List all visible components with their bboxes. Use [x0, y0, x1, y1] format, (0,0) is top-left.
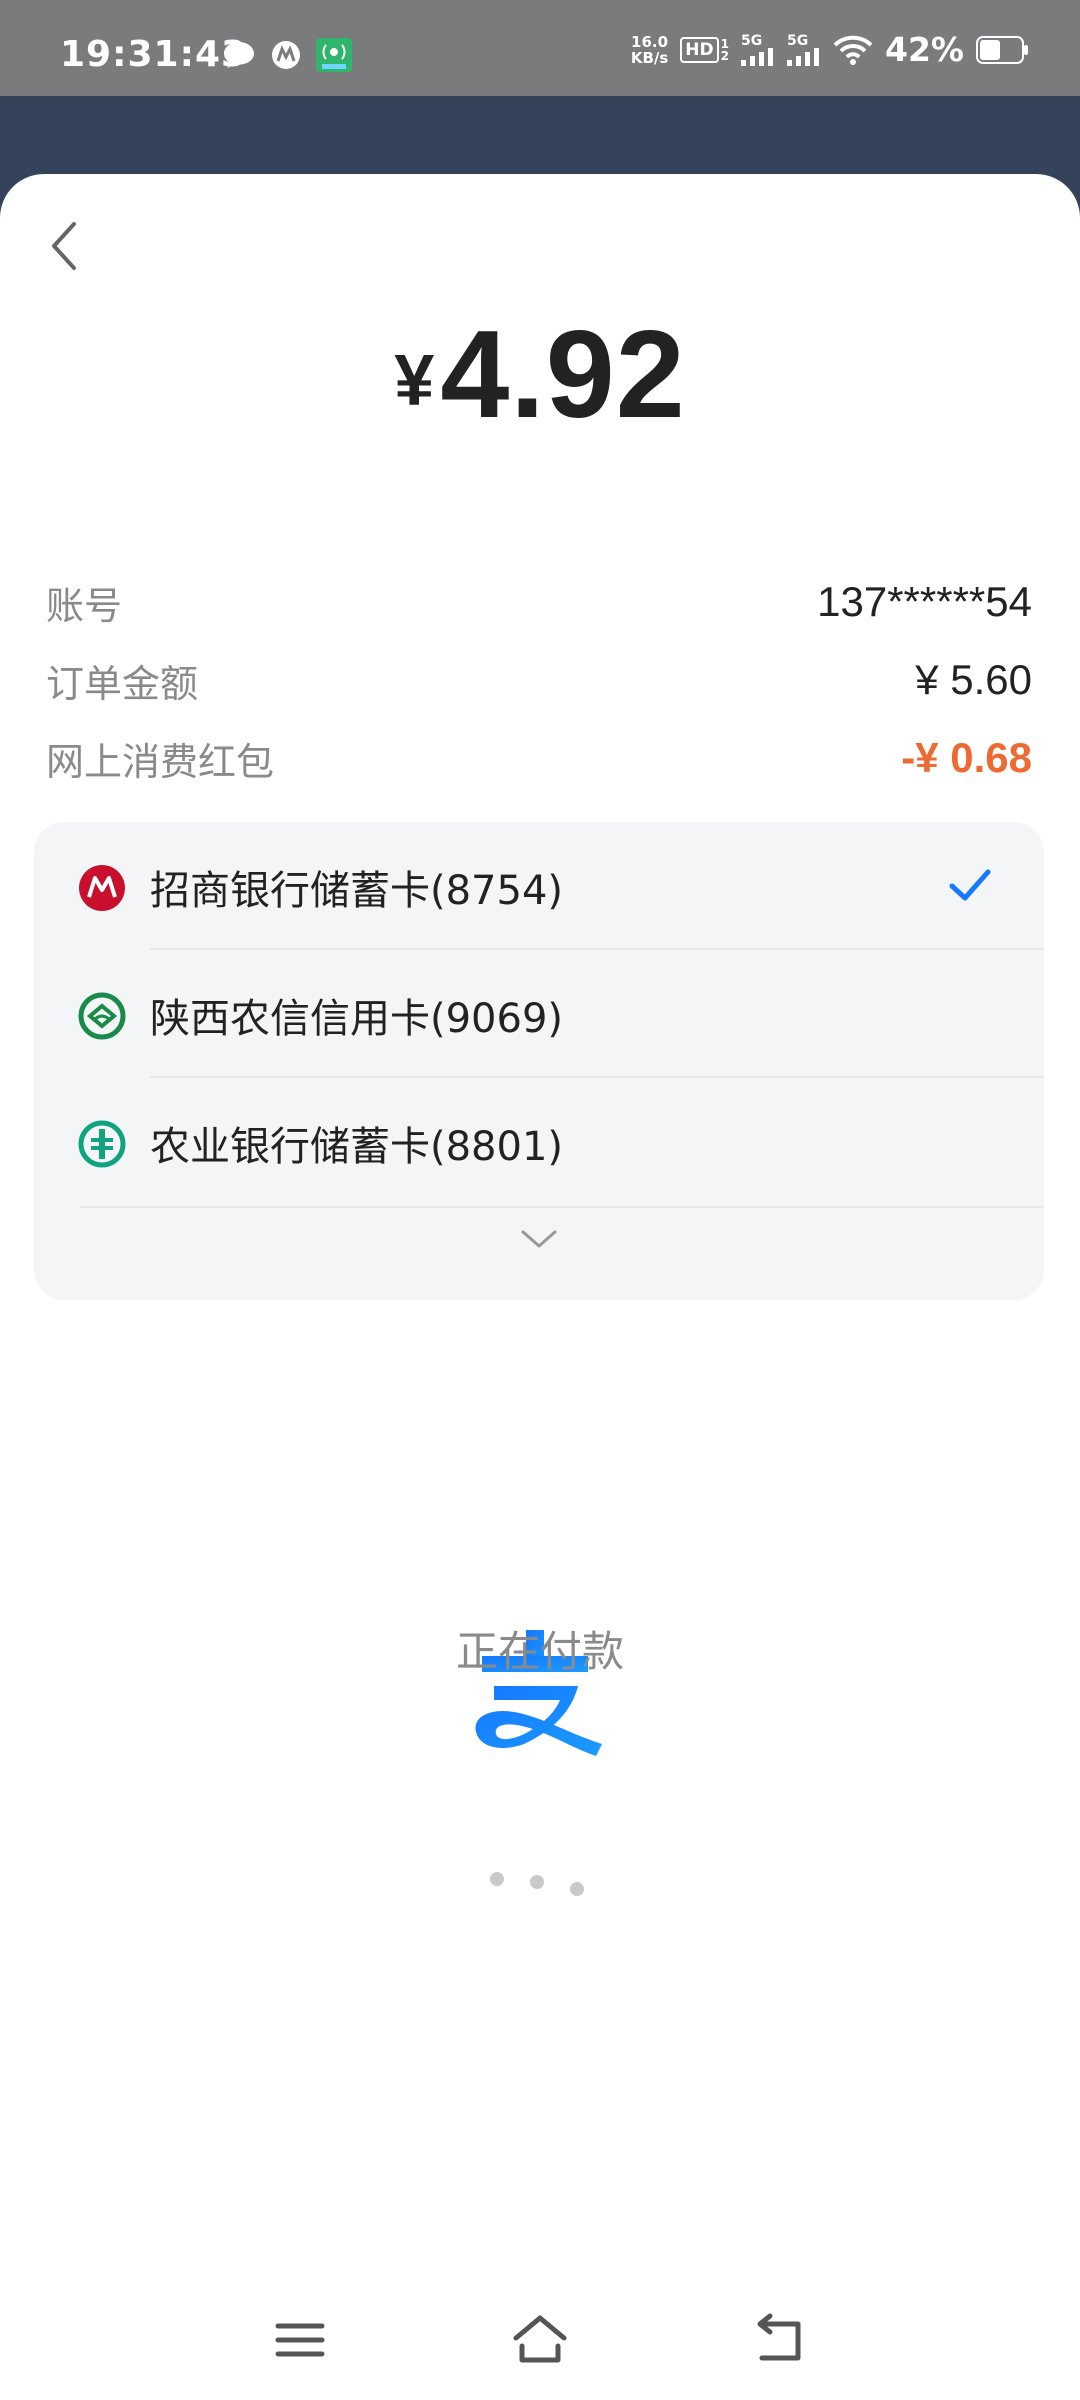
loading-dot	[530, 1875, 544, 1889]
card-name: 陕西农信信用卡(9069)	[150, 996, 564, 1042]
battery-icon	[976, 35, 1028, 64]
status-right: 16.0 KB/s HD 12 5G 5G 42%	[631, 30, 1030, 69]
signal2-label: 5G	[787, 32, 809, 49]
order-amount-row: 订单金额 ¥ 5.60	[46, 650, 1032, 710]
bank-app-icon	[272, 41, 300, 69]
system-nav-bar	[0, 2280, 1080, 2400]
chevron-down-icon[interactable]	[519, 1226, 559, 1252]
payment-method-list: 招商银行储蓄卡(8754) 陕西农信信用卡(9069) 农业银行储蓄卡(8801…	[34, 822, 1044, 1300]
speed-unit: KB/s	[630, 48, 669, 67]
payment-sheet: ¥4.92 账号 137******54 订单金额 ¥ 5.60 网上消费红包 …	[0, 174, 1080, 2400]
divider	[80, 1206, 1044, 1208]
account-row: 账号 137******54	[46, 572, 1032, 632]
status-bar: 19:31:43 16.0 KB/s HD 12 5G 5G 42%	[0, 0, 1080, 96]
payment-method-item[interactable]: 招商银行储蓄卡(8754)	[34, 822, 1044, 950]
signal1-label: 5G	[741, 32, 763, 49]
menu-icon[interactable]	[270, 2310, 330, 2370]
loading-dot	[570, 1882, 584, 1896]
order-amount-value: ¥ 5.60	[915, 656, 1032, 703]
signal-5g-2: 5G	[787, 34, 821, 66]
home-icon[interactable]	[510, 2310, 570, 2370]
hd-label: HD	[680, 36, 719, 63]
back-nav-icon[interactable]	[750, 2310, 810, 2370]
loading-dot	[490, 1872, 504, 1886]
abc-bank-icon	[78, 1120, 126, 1168]
speed-value: 16.0	[631, 32, 669, 51]
message-icon	[224, 42, 254, 68]
signal-bars-icon	[787, 47, 819, 66]
red-packet-label: 网上消费红包	[46, 739, 275, 784]
cmb-bank-icon	[79, 865, 125, 911]
check-icon	[949, 869, 991, 901]
status-left-icons	[222, 38, 352, 72]
shaanxi-rcc-icon	[78, 992, 126, 1040]
hd-indicator: HD 12	[680, 36, 729, 63]
red-packet-value: -¥ 0.68	[901, 734, 1032, 781]
order-amount-label: 订单金额	[46, 661, 199, 706]
payment-method-item[interactable]: 农业银行储蓄卡(8801)	[34, 1078, 1044, 1206]
currency-symbol: ¥	[394, 341, 435, 421]
account-label: 账号	[46, 583, 123, 628]
red-packet-row: 网上消费红包 -¥ 0.68	[46, 728, 1032, 788]
back-icon[interactable]	[40, 214, 90, 278]
hotspot-app-icon	[316, 38, 352, 72]
status-time: 19:31:43	[60, 34, 248, 75]
wifi-icon	[833, 35, 873, 65]
signal-5g-1: 5G	[741, 34, 775, 66]
signal-bars-icon	[741, 47, 773, 66]
paying-status-text: 正在付款	[455, 1627, 624, 1676]
payment-method-item[interactable]: 陕西农信信用卡(9069)	[34, 950, 1044, 1078]
amount-value: 4.92	[440, 306, 686, 444]
card-name: 招商银行储蓄卡(8754)	[150, 868, 564, 914]
battery-percent: 42%	[885, 30, 964, 69]
pay-amount: ¥4.92	[0, 304, 1080, 446]
card-name: 农业银行储蓄卡(8801)	[150, 1124, 564, 1170]
account-value: 137******54	[817, 578, 1032, 625]
network-speed: 16.0 KB/s	[631, 34, 668, 66]
